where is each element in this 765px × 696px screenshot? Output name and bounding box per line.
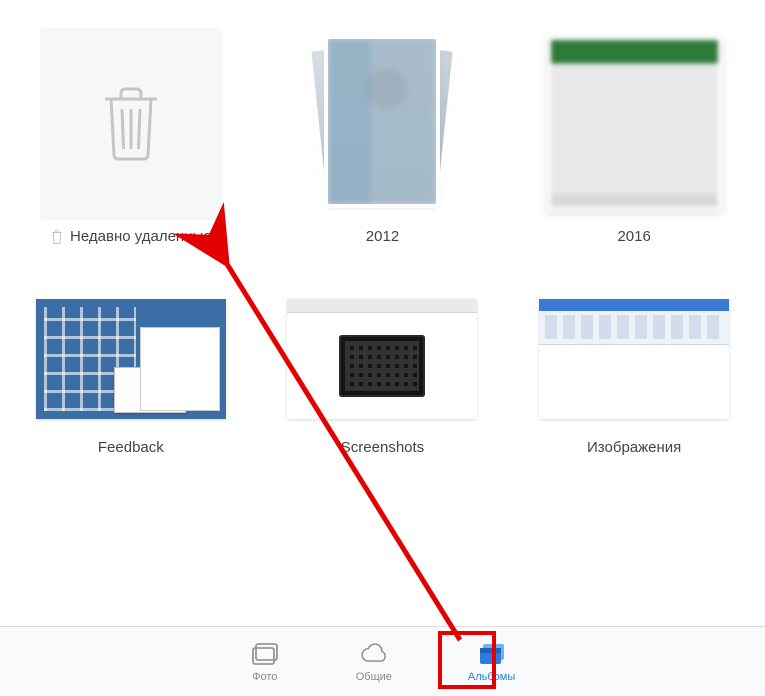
album-recently-deleted[interactable]: Недавно удаленные — [30, 28, 232, 245]
trash-icon — [99, 85, 163, 161]
cloud-icon — [359, 640, 389, 668]
album-thumbnail — [539, 289, 729, 429]
stacked-rects-icon — [250, 640, 280, 668]
photo-thumbnail — [547, 36, 722, 211]
tab-photos[interactable]: Фото — [250, 640, 280, 683]
album-2016[interactable]: 2016 — [533, 28, 735, 245]
album-caption: 2016 — [617, 228, 650, 245]
album-feedback[interactable]: Feedback — [30, 289, 232, 456]
photo-stack — [317, 31, 447, 216]
screenshot-thumbnail — [36, 299, 226, 419]
screenshot-thumbnail — [287, 299, 477, 419]
album-caption: Feedback — [98, 439, 164, 456]
album-thumbnail — [287, 28, 477, 218]
screenshot-thumbnail — [539, 299, 729, 419]
bottom-toolbar: Фото Общие Альбомы — [0, 626, 765, 696]
tab-label: Общие — [356, 671, 392, 683]
tab-label: Альбомы — [468, 671, 515, 683]
album-thumbnail — [36, 28, 226, 218]
trash-thumbnail — [41, 28, 221, 218]
photos-albums-screen: Недавно удаленные 2012 2016 — [0, 0, 765, 696]
album-label: 2016 — [617, 228, 650, 245]
album-label: Feedback — [98, 439, 164, 456]
album-caption: Изображения — [587, 439, 681, 456]
album-images[interactable]: Изображения — [533, 289, 735, 456]
album-caption: 2012 — [366, 228, 399, 245]
album-label: Изображения — [587, 439, 681, 456]
album-thumbnail — [539, 28, 729, 218]
trash-icon — [50, 230, 64, 244]
tab-albums[interactable]: Альбомы — [468, 640, 515, 683]
album-screenshots[interactable]: Screenshots — [282, 289, 484, 456]
album-label: Недавно удаленные — [70, 228, 212, 245]
album-label: 2012 — [366, 228, 399, 245]
album-thumbnail — [36, 289, 226, 429]
album-caption: Недавно удаленные — [50, 228, 212, 245]
album-caption: Screenshots — [341, 439, 424, 456]
album-label: Screenshots — [341, 439, 424, 456]
tab-shared[interactable]: Общие — [356, 640, 392, 683]
album-2012[interactable]: 2012 — [282, 28, 484, 245]
tab-label: Фото — [252, 671, 277, 683]
album-icon — [477, 640, 507, 668]
albums-grid: Недавно удаленные 2012 2016 — [0, 0, 765, 456]
album-thumbnail — [287, 289, 477, 429]
